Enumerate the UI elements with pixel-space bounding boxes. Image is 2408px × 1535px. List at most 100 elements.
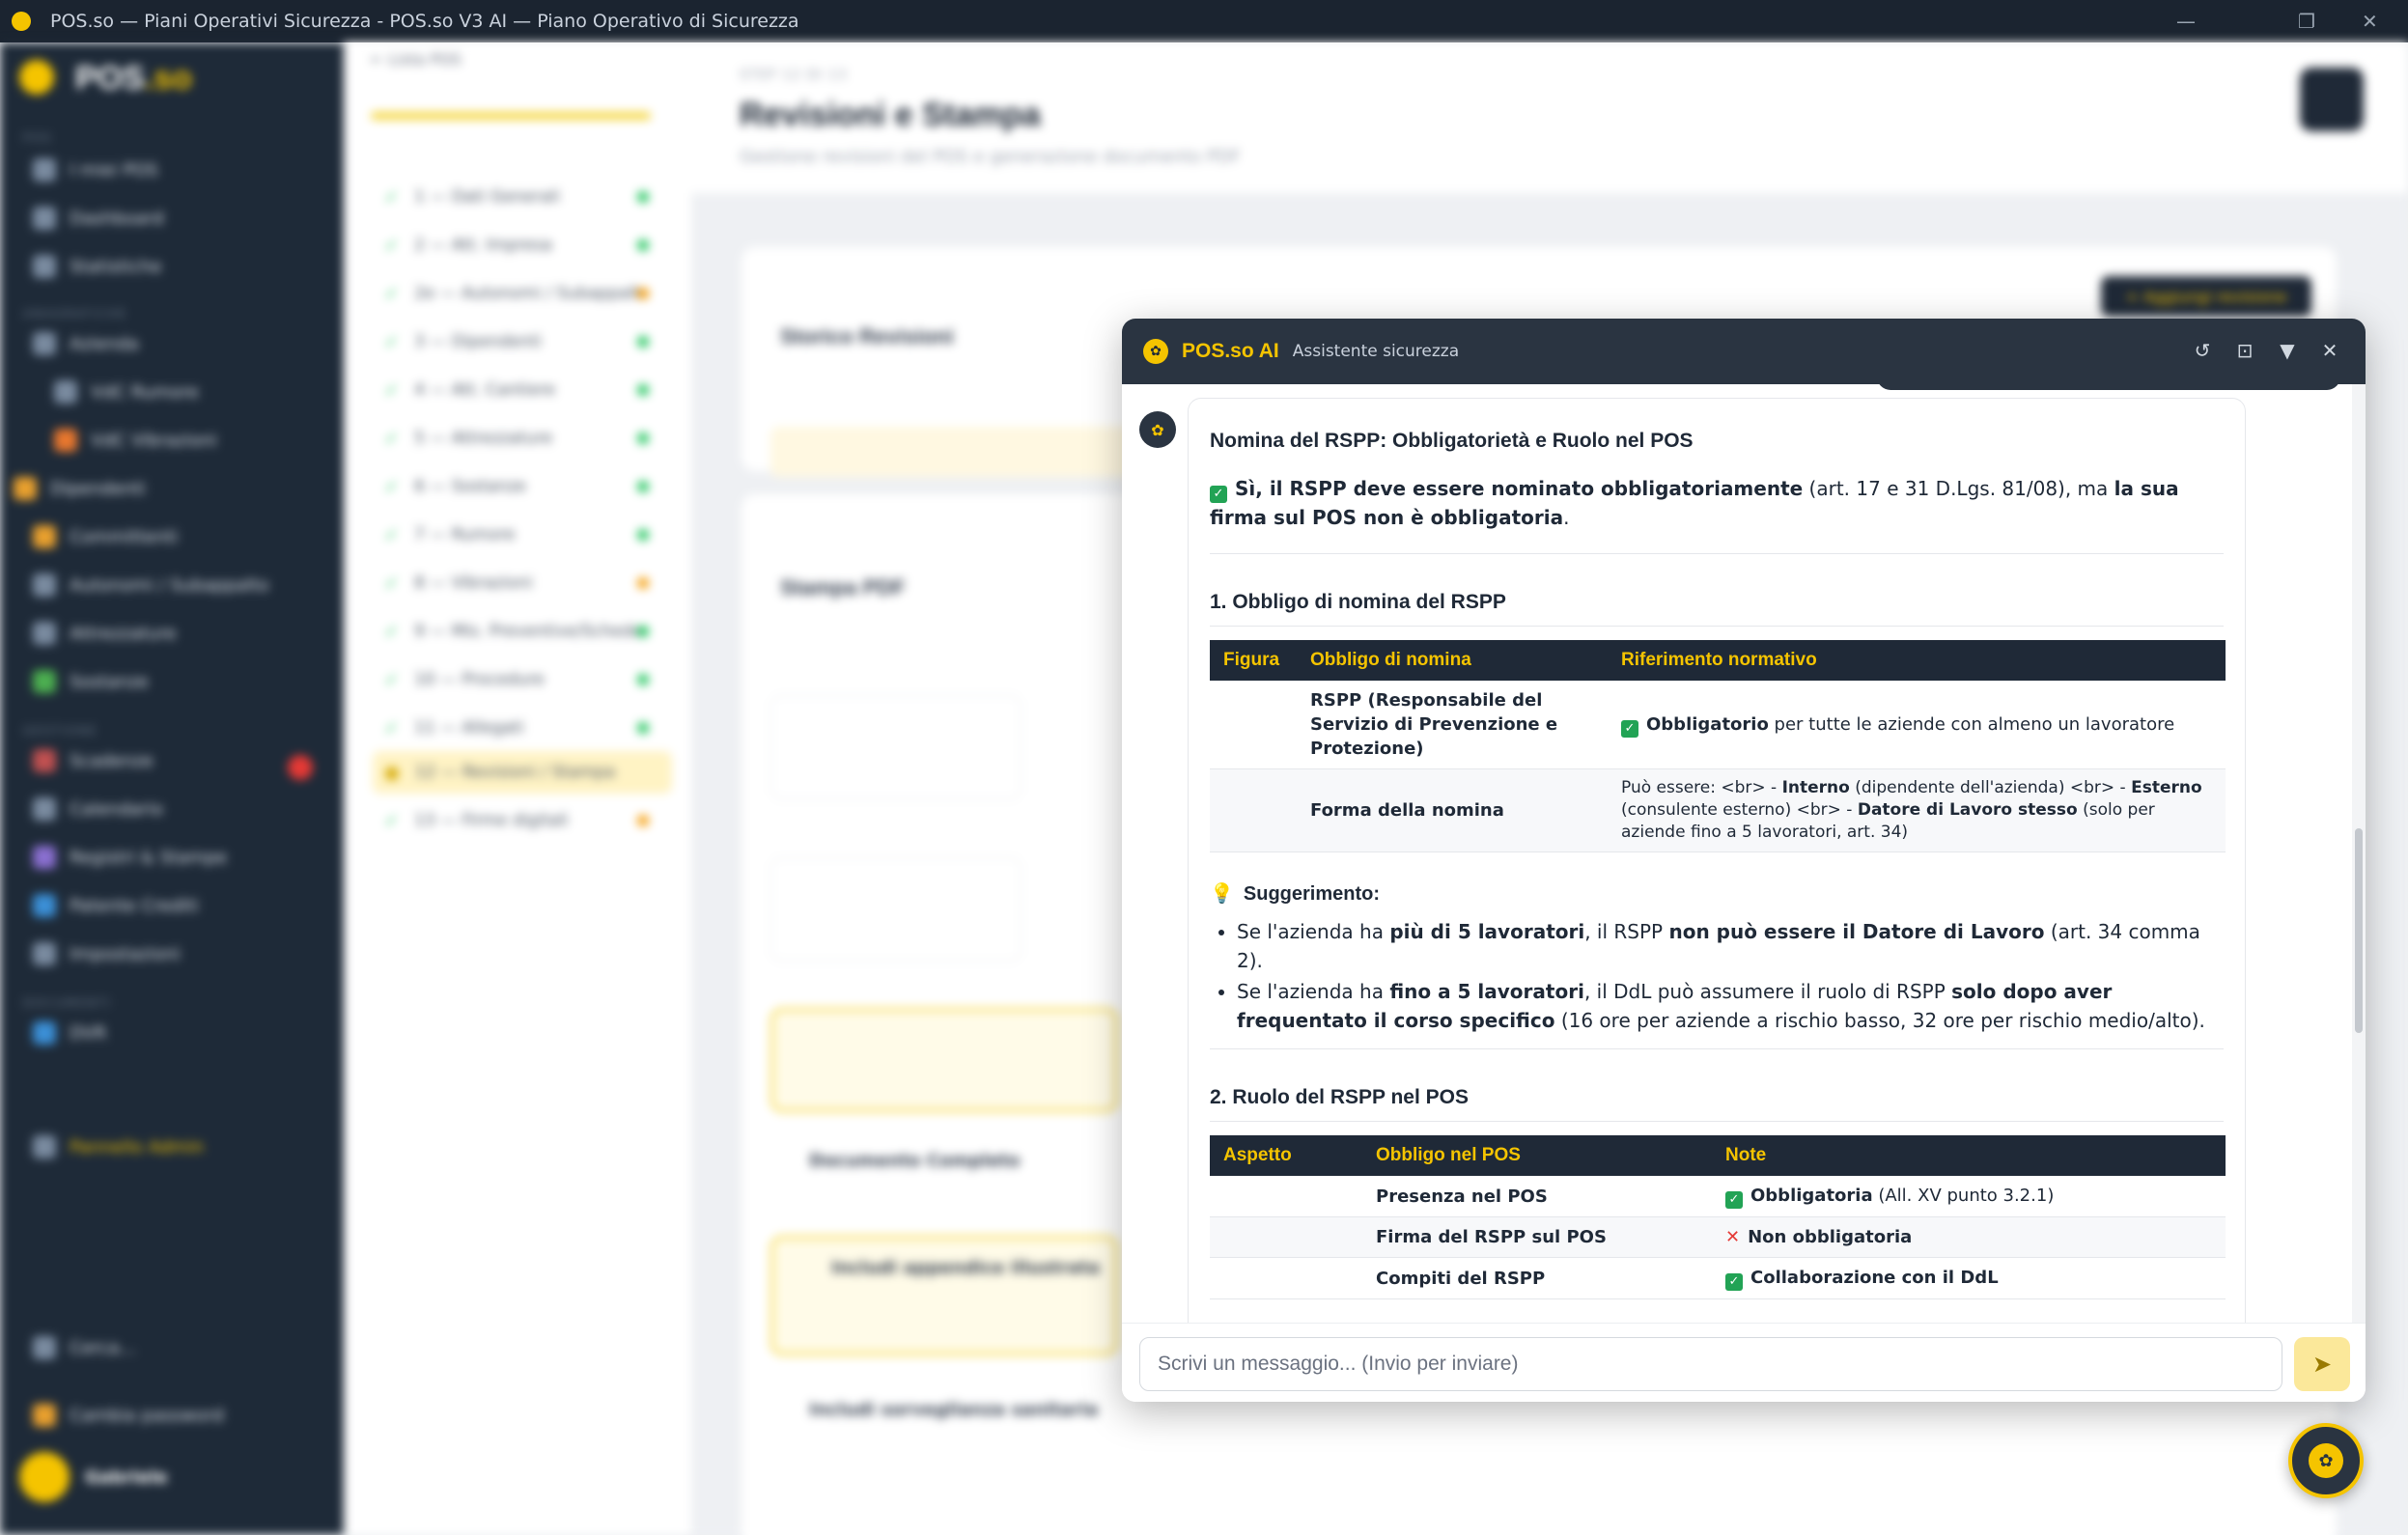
- section-heading-2: 2. Ruolo del RSPP nel POS: [1210, 1086, 2224, 1122]
- window-titlebar: POS.so — Piani Operativi Sicurezza - POS…: [0, 0, 2408, 42]
- cell-text: per tutte le aziende con almeno un lavor…: [1768, 713, 2175, 735]
- sidebar-item-deadlines[interactable]: Scadenze: [33, 749, 154, 772]
- step-item[interactable]: ✓ 5 — Attrezzature: [373, 417, 672, 460]
- back-to-list-link[interactable]: ← Lista POS: [371, 50, 462, 69]
- check-icon: ✓: [384, 476, 400, 497]
- sidebar-item-employees[interactable]: Dipendenti: [14, 477, 146, 500]
- sidebar-section-label: ANAGRAFICHE: [23, 307, 127, 321]
- step-item[interactable]: ✓ 8 — Vibrazioni: [373, 562, 672, 604]
- sidebar-item-substances[interactable]: Sostanze: [33, 670, 149, 693]
- page-title: Revisioni e Stampa: [740, 97, 1041, 133]
- step-item-active[interactable]: ● 12 — Revisioni / Stampa: [373, 751, 672, 794]
- sidebar-item-dashboard[interactable]: Dashboard: [33, 207, 164, 230]
- expand-icon[interactable]: ⊡: [2230, 336, 2259, 365]
- table-cell: [1210, 681, 1297, 769]
- cell-text: (consulente esterno) <br> -: [1621, 800, 1858, 820]
- tip-label: Suggerimento:: [1243, 883, 1381, 905]
- minimize-chat-icon[interactable]: ▼: [2273, 336, 2302, 365]
- nomination-table: Figura Obbligo di nomina Riferimento nor…: [1210, 640, 2226, 852]
- table-cell: ✓ Collaborazione con il DdL: [1712, 1257, 2226, 1299]
- revisions-title: Storico Revisioni: [780, 324, 954, 349]
- table-cell: [1210, 768, 1297, 852]
- sidebar-item-equipment[interactable]: Attrezzature: [33, 622, 177, 645]
- chat-messages[interactable]: ✿ Nomina del RSPP: Obbligatorietà e Ruol…: [1122, 384, 2366, 1323]
- step-item[interactable]: ✓ 13 — Firme digitali: [373, 799, 672, 842]
- step-navigator: ← Lista POS ✓ 1 — Dati Generali ✓ 2 — Att.…: [344, 42, 691, 1535]
- sidebar-item-admin[interactable]: Pannello Admin: [33, 1135, 204, 1158]
- step-item[interactable]: ✓ 10 — Procedure: [373, 658, 672, 701]
- check-icon: ✓: [384, 621, 400, 642]
- close-window-icon[interactable]: ✕: [2362, 10, 2378, 33]
- step-item[interactable]: ✓ 7 — Rumore: [373, 514, 672, 556]
- handshake-icon: [33, 525, 56, 548]
- sidebar-change-password[interactable]: Cambia password: [33, 1404, 224, 1427]
- sidebar-item-stats[interactable]: Statistiche: [33, 255, 161, 278]
- assistant-fab-button[interactable]: ✿: [2288, 1423, 2364, 1498]
- sidebar-section-label: DOCUMENTI: [23, 996, 112, 1010]
- step-item[interactable]: ✓ 3 — Dipendenti: [373, 321, 672, 363]
- minimize-icon[interactable]: —: [2176, 10, 2196, 33]
- table-cell: Presenza nel POS: [1362, 1176, 1712, 1217]
- doc-complete-label: Documento Completo: [809, 1151, 1021, 1171]
- step-item[interactable]: ✓ 11 — Allegati: [373, 707, 672, 749]
- list-item: Se l'azienda ha più di 5 lavoratori, il …: [1237, 917, 2224, 975]
- check-mark-icon: ✓: [1621, 719, 1638, 738]
- step-item[interactable]: ✓ 9 — Mis. Preventive/Schede: [373, 610, 672, 653]
- sidebar-item-license[interactable]: Patente Crediti: [33, 894, 199, 917]
- sidebar-item-noise[interactable]: VdC Rumore: [54, 380, 199, 404]
- table-row: Firma del RSPP sul POS ✕ Non obbligatoria: [1210, 1216, 2226, 1258]
- status-dot: [637, 336, 649, 348]
- vibration-icon: [54, 429, 77, 452]
- check-icon: ✓: [384, 331, 400, 352]
- sidebar-item-company[interactable]: Azienda: [33, 332, 139, 355]
- section-heading-1: 1. Obbligo di nomina del RSPP: [1210, 591, 2224, 627]
- card-icon: [33, 894, 56, 917]
- add-revision-button[interactable]: + Aggiungi revisione: [2101, 276, 2311, 317]
- status-dot: [637, 433, 649, 444]
- table-row: Presenza nel POS ✓ Obbligatoria (All. XV …: [1210, 1176, 2226, 1217]
- step-item[interactable]: ✓ 2e — Autonomi / Subappalto: [373, 272, 672, 315]
- step-item[interactable]: ✓ 6 — Sostanze: [373, 465, 672, 508]
- brand-name: POS.so: [75, 60, 192, 97]
- table-cell: ✓ Obbligatorio per tutte le aziende con a…: [1608, 681, 2226, 769]
- status-dot: [637, 674, 649, 685]
- current-step-icon: ●: [384, 762, 400, 783]
- sidebar-item-registers[interactable]: Registri & Stampe: [33, 846, 227, 869]
- sidebar-item-dvr[interactable]: DVR: [33, 1021, 106, 1045]
- sidebar-item-clients[interactable]: Committenti: [33, 525, 178, 548]
- print-title: Stampa PDF: [780, 575, 906, 600]
- previous-user-message: [1877, 384, 2340, 390]
- option-card[interactable]: [770, 695, 1022, 799]
- intro-bold-1: Sì, il RSPP deve essere nominato obbliga…: [1235, 477, 1804, 500]
- sidebar-item-vibration[interactable]: VdC Vibrazioni: [54, 429, 217, 452]
- chat-scrollbar[interactable]: [2352, 384, 2366, 1323]
- sidebar-item-calendar[interactable]: Calendario: [33, 797, 163, 821]
- sidebar-item-subcontract[interactable]: Autonomi / Subappalto: [33, 573, 269, 597]
- step-item[interactable]: ✓ 1 — Dati Generali: [373, 176, 672, 218]
- close-chat-icon[interactable]: ✕: [2315, 336, 2344, 365]
- option-card-selected[interactable]: [770, 1008, 1118, 1112]
- table-header: Aspetto: [1210, 1135, 1362, 1176]
- health-label[interactable]: Includi sorveglianza sanitaria: [809, 1400, 1098, 1420]
- step-item[interactable]: ✓ 2 — Att. Impresa: [373, 224, 672, 266]
- option-card[interactable]: [770, 857, 1022, 962]
- status-dot: [637, 191, 649, 203]
- sidebar-search[interactable]: Cerca...: [33, 1336, 136, 1359]
- scrollbar-thumb[interactable]: [2355, 828, 2363, 1033]
- maximize-icon[interactable]: ❐: [2298, 10, 2315, 33]
- table-row: Compiti del RSPP ✓ Collaborazione con il …: [1210, 1257, 2226, 1299]
- reset-icon[interactable]: ↺: [2188, 336, 2217, 365]
- appendix-option[interactable]: Includi appendice illustrata: [770, 1236, 1118, 1355]
- help-button[interactable]: [2300, 68, 2364, 131]
- table-cell: RSPP (Responsabile del Servizio di Preve…: [1297, 681, 1608, 769]
- li-text: , il RSPP: [1584, 920, 1669, 943]
- message-title: Nomina del RSPP: Obbligatorietà e Ruolo …: [1210, 430, 1694, 452]
- intro-text-1: (art. 17 e 31 D.Lgs. 81/08), ma: [1803, 477, 2114, 500]
- sidebar-item-settings[interactable]: Impostazioni: [33, 942, 181, 965]
- step-item[interactable]: ✓ 4 — Att. Cantiere: [373, 369, 672, 411]
- sidebar-item-my-pos[interactable]: I miei POS: [33, 158, 158, 181]
- user-profile[interactable]: Gabriele: [19, 1452, 167, 1502]
- send-button[interactable]: ➤: [2294, 1337, 2350, 1391]
- check-icon: ✓: [384, 379, 400, 401]
- chat-message-input[interactable]: [1139, 1337, 2282, 1391]
